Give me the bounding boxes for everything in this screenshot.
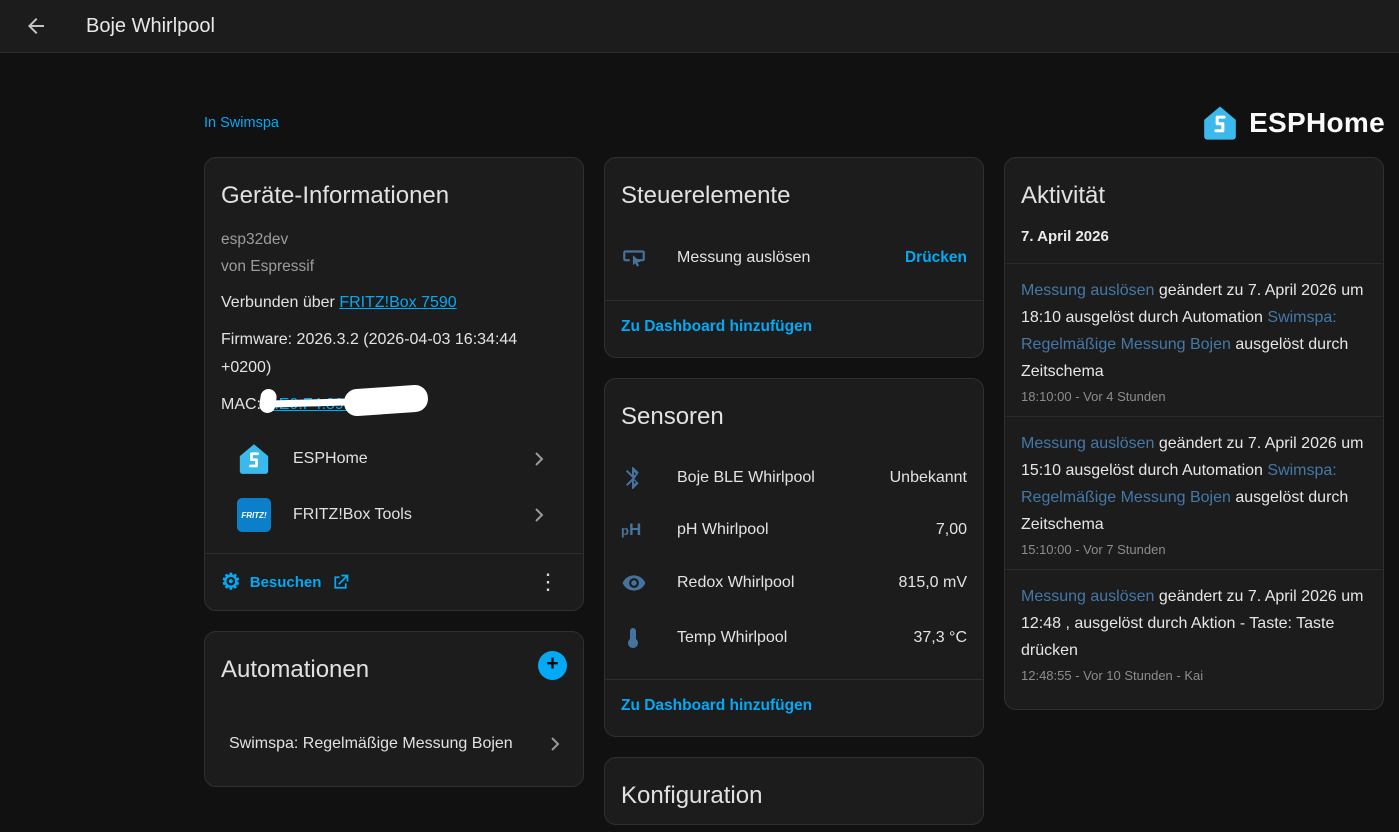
automation-label: Swimspa: Regelmäßige Messung Bojen — [229, 735, 513, 753]
activity-entry: Messung auslösen geändert zu 7. April 20… — [1005, 416, 1383, 569]
configuration-card: Konfiguration — [604, 757, 984, 825]
cards-grid: Geräte-Informationen esp32dev von Espres… — [204, 157, 1385, 825]
sensor-row-ble[interactable]: Boje BLE Whirlpool Unbekannt — [621, 451, 967, 505]
sensor-value: 815,0 mV — [899, 574, 967, 592]
entity-link[interactable]: Messung auslösen — [1021, 588, 1154, 605]
overflow-menu-button[interactable]: ⋮ — [529, 569, 567, 595]
sensor-name: pH Whirlpool — [677, 521, 936, 539]
bluetooth-icon — [621, 466, 677, 490]
press-button[interactable]: Drücken — [905, 249, 967, 267]
eye-icon — [621, 570, 677, 596]
sensor-row-ph[interactable]: pH pH Whirlpool 7,00 — [621, 505, 967, 555]
mac-line: MAC: 4:E9:F4:89:55 — [221, 391, 567, 419]
ph-icon-h: H — [629, 520, 641, 540]
thermometer-icon — [621, 626, 677, 650]
firmware-line: Firmware: 2026.3.2 (2026-04-03 16:34:44 … — [221, 326, 567, 382]
automations-title-row: Automationen + — [205, 632, 583, 698]
control-name: Messung auslösen — [677, 249, 905, 267]
external-link-icon — [330, 572, 351, 593]
chevron-right-icon — [527, 503, 551, 527]
connected-via-label: Verbunden über — [221, 294, 339, 311]
integration-row-fritzbox[interactable]: FRITZ! FRITZ!Box Tools — [229, 487, 559, 543]
log-timestamp: 12:48:55 - Vor 10 Stunden - Kai — [1021, 668, 1367, 683]
sensor-name: Redox Whirlpool — [677, 574, 899, 592]
brand-wordmark: ESPHome — [1249, 107, 1385, 139]
column-middle: Steuerelemente Messung auslösen Drücken — [604, 157, 984, 825]
gear-icon: ⚙ — [221, 571, 241, 593]
column-left: Geräte-Informationen esp32dev von Espres… — [204, 157, 584, 787]
visit-device-button[interactable]: ⚙ Besuchen — [221, 571, 351, 593]
device-info-card: Geräte-Informationen esp32dev von Espres… — [204, 157, 584, 611]
sensor-row-temp[interactable]: Temp Whirlpool 37,3 °C — [621, 611, 967, 665]
configuration-title: Konfiguration — [605, 758, 983, 824]
sensors-title: Sensoren — [605, 379, 983, 445]
chevron-right-icon — [527, 447, 551, 471]
sensor-row-redox[interactable]: Redox Whirlpool 815,0 mV — [621, 555, 967, 611]
activity-entry: Messung auslösen geändert zu 7. April 20… — [1005, 263, 1383, 416]
visit-label: Besuchen — [250, 574, 322, 591]
control-row-button[interactable]: Messung auslösen Drücken — [621, 230, 967, 286]
log-timestamp: 18:10:00 - Vor 4 Stunden — [1021, 389, 1367, 404]
app-bar: Boje Whirlpool — [0, 0, 1399, 53]
activity-title: Aktivität — [1005, 158, 1383, 216]
add-to-dashboard-link[interactable]: Zu Dashboard hinzufügen — [621, 697, 812, 714]
fritzbox-logo-icon: FRITZ! — [237, 498, 271, 532]
integration-label: ESPHome — [293, 450, 505, 468]
sensors-footer: Zu Dashboard hinzufügen — [605, 679, 983, 736]
log-text: Messung auslösen geändert zu 7. April 20… — [1021, 277, 1367, 385]
device-info-body: esp32dev von Espressif Verbunden über FR… — [205, 224, 583, 553]
ph-icon-p: p — [621, 523, 629, 538]
device-card-footer: ⚙ Besuchen ⋮ — [205, 553, 583, 610]
add-automation-button[interactable]: + — [538, 651, 567, 680]
activity-bottom-padding — [1005, 695, 1383, 709]
ph-icon: pH — [621, 520, 677, 540]
log-text: Messung auslösen geändert zu 7. April 20… — [1021, 430, 1367, 538]
gesture-tap-button-icon — [621, 245, 677, 271]
integration-label: FRITZ!Box Tools — [293, 506, 505, 524]
connected-via-link[interactable]: FRITZ!Box 7590 — [339, 294, 456, 311]
add-to-dashboard-link[interactable]: Zu Dashboard hinzufügen — [621, 318, 812, 335]
automations-card: Automationen + Swimspa: Regelmäßige Mess… — [204, 631, 584, 787]
sensor-rows: Boje BLE Whirlpool Unbekannt pH pH Whirl… — [605, 445, 983, 679]
esphome-logo-icon — [237, 442, 271, 476]
mac-value-redacted: 4:E9:F4:89:55 — [265, 391, 366, 419]
entity-link[interactable]: Messung auslösen — [1021, 435, 1154, 452]
connected-via-line: Verbunden über FRITZ!Box 7590 — [221, 289, 567, 317]
sensor-name: Boje BLE Whirlpool — [677, 469, 890, 487]
area-breadcrumb-link[interactable]: In Swimspa — [204, 115, 279, 131]
log-text: Messung auslösen geändert zu 7. April 20… — [1021, 583, 1367, 664]
device-model: esp32dev — [221, 226, 567, 253]
esphome-logo-icon — [1201, 103, 1239, 143]
sensor-value: Unbekannt — [890, 469, 967, 487]
sensor-value: 7,00 — [936, 521, 967, 539]
sensor-value: 37,3 °C — [913, 629, 967, 647]
activity-card: Aktivität 7. April 2026 Messung auslösen… — [1004, 157, 1384, 710]
chevron-right-icon — [543, 732, 567, 756]
automation-row[interactable]: Swimspa: Regelmäßige Messung Bojen — [205, 714, 583, 786]
activity-date-header: 7. April 2026 — [1005, 216, 1383, 263]
back-button[interactable] — [16, 6, 56, 46]
integration-row-esphome[interactable]: ESPHome — [229, 431, 559, 487]
content-area: In Swimspa ESPHome Geräte-Informationen … — [204, 53, 1385, 825]
column-right: Aktivität 7. April 2026 Messung auslösen… — [1004, 157, 1384, 710]
automations-title: Automationen — [205, 632, 385, 698]
arrow-left-icon — [24, 14, 48, 38]
controls-card: Steuerelemente Messung auslösen Drücken — [604, 157, 984, 358]
log-timestamp: 15:10:00 - Vor 7 Stunden — [1021, 542, 1367, 557]
page-title: Boje Whirlpool — [86, 15, 215, 38]
esphome-brand[interactable]: ESPHome — [1201, 103, 1385, 143]
sensor-name: Temp Whirlpool — [677, 629, 913, 647]
device-info-title: Geräte-Informationen — [205, 158, 583, 224]
activity-entry: Messung auslösen geändert zu 7. April 20… — [1005, 569, 1383, 695]
controls-title: Steuerelemente — [605, 158, 983, 224]
integration-rows: ESPHome FRITZ! FRITZ!Box Tools — [221, 419, 567, 547]
entity-link[interactable]: Messung auslösen — [1021, 282, 1154, 299]
device-manufacturer: von Espressif — [221, 253, 567, 280]
sensors-card: Sensoren Boje BLE Whirlpool Unbekannt pH… — [604, 378, 984, 737]
content-header: In Swimspa ESPHome — [204, 101, 1385, 145]
controls-footer: Zu Dashboard hinzufügen — [605, 300, 983, 357]
controls-rows: Messung auslösen Drücken — [605, 224, 983, 300]
